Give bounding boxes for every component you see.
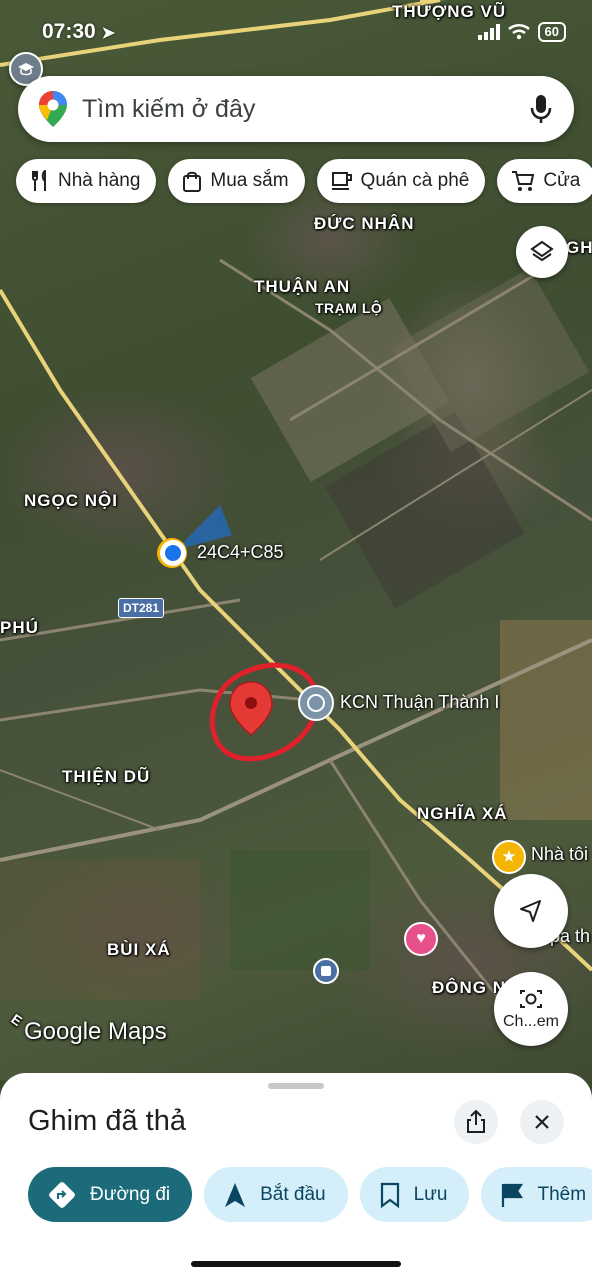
sheet-title: Ghim đã thả (28, 1105, 186, 1137)
search-input[interactable]: Tìm kiếm ở đây (82, 95, 530, 124)
place-bottom-sheet: Ghim đã thả Đường đi Bắt đầu Lưu Thêm (0, 1073, 592, 1280)
place-label-nghia-xa: NGHĨA XÁ (417, 804, 508, 823)
place-label-bui-xa: BÙI XÁ (107, 940, 171, 959)
close-button[interactable] (520, 1100, 564, 1144)
coffee-cup-icon (331, 172, 352, 190)
search-bar[interactable]: Tìm kiếm ở đây (18, 76, 574, 142)
chip-coffee[interactable]: Quán cà phê (316, 159, 486, 203)
industrial-zone-poi-icon[interactable] (298, 685, 334, 721)
cart-icon (512, 171, 535, 191)
poi-label-home[interactable]: Nhà tôi (531, 844, 588, 865)
directions-icon (49, 1181, 75, 1208)
chip-restaurants[interactable]: Nhà hàng (16, 159, 157, 203)
place-label-thien-du: THIỆN DŨ (62, 767, 151, 786)
navigation-arrow-icon (520, 900, 541, 922)
star-poi-icon[interactable]: ★ (492, 840, 526, 874)
share-icon (467, 1110, 485, 1133)
action-buttons: Đường đi Bắt đầu Lưu Thêm (28, 1167, 592, 1222)
category-chips: Nhà hàng Mua sắm Quán cà phê Cửa (16, 159, 592, 203)
more-button[interactable]: Thêm (481, 1167, 592, 1222)
share-button[interactable] (454, 1100, 498, 1144)
road-shield-dt281: DT281 (118, 598, 165, 618)
camera-button-label: Ch...em (502, 1013, 559, 1030)
signal-icon (477, 24, 500, 40)
save-button[interactable]: Lưu (359, 1167, 470, 1222)
layers-button[interactable] (516, 226, 568, 278)
plus-code-label: 24C4+C85 (197, 542, 284, 562)
place-label-tram-lo: TRẠM LỘ (315, 300, 383, 316)
battery-indicator: 60 (537, 22, 566, 42)
place-label-duc-nhan: ĐỨC NHÂN (314, 214, 415, 233)
microphone-icon[interactable] (530, 94, 552, 124)
wifi-icon (507, 24, 530, 40)
shopping-bag-icon (183, 171, 202, 192)
home-indicator[interactable] (191, 1261, 401, 1267)
close-icon (535, 1115, 549, 1129)
place-label-dong: ĐÔNG N (432, 978, 506, 997)
place-label-edge: GH (566, 238, 592, 257)
bus-stop-icon[interactable] (313, 958, 339, 984)
place-label-phu: PHÚ (0, 618, 39, 637)
layers-icon (530, 240, 554, 262)
heart-poi-icon[interactable]: ♥ (404, 922, 438, 956)
camera-lens-icon (520, 990, 542, 1008)
chip-stores[interactable]: Cửa (497, 159, 592, 203)
status-time: 07:30 ➤ (42, 20, 115, 43)
navigation-arrow-icon (225, 1182, 246, 1207)
bookmark-icon (380, 1182, 399, 1208)
current-location-dot[interactable] (157, 538, 195, 568)
google-maps-pin-icon (39, 91, 67, 127)
chip-shopping[interactable]: Mua sắm (168, 159, 305, 203)
place-label-thuan-an: THUẬN AN (254, 277, 351, 296)
place-label-ngoc-noi: NGỌC NỘI (24, 491, 118, 510)
fork-knife-icon (32, 170, 46, 191)
status-bar: 07:30 ➤ 60 (0, 0, 592, 62)
camera-search-button[interactable]: Ch...em (494, 972, 568, 1046)
start-button[interactable]: Bắt đầu (204, 1167, 348, 1222)
dropped-pin[interactable] (229, 681, 273, 736)
directions-button[interactable]: Đường đi (28, 1167, 193, 1222)
flag-icon (502, 1183, 524, 1207)
location-arrow-icon: ➤ (101, 25, 115, 42)
google-maps-attribution: Google Maps (24, 1018, 167, 1045)
poi-label-kcn[interactable]: KCN Thuận Thành I (340, 692, 499, 713)
my-location-button[interactable] (494, 874, 568, 948)
sheet-drag-handle[interactable] (268, 1083, 324, 1089)
